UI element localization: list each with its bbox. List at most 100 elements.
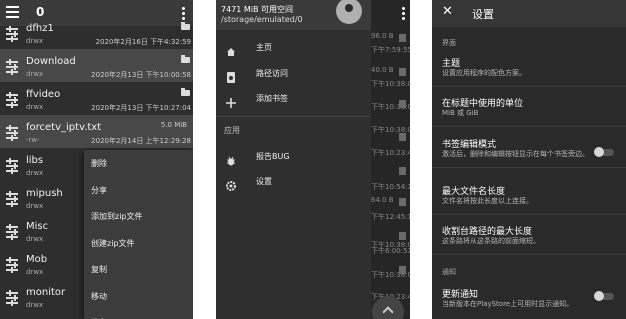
drawer-item-add-bookmark[interactable]: 添加书签 — [256, 93, 288, 104]
background-row-text: 40.0 B — [371, 66, 394, 74]
app-logo-icon — [336, 0, 362, 24]
gear-icon — [226, 176, 236, 191]
file-size: 5.0 MiB — [160, 121, 187, 129]
background-row-text: 下午10:38:09 — [371, 80, 410, 88]
file-date: 2020年2月16日 下午4:32:59 — [95, 38, 191, 46]
setting-subtitle: 激活后，删除和编辑按钮显示在每个书签旁边。 — [442, 150, 589, 158]
storage-path: /storage/emulated/0 — [221, 15, 303, 24]
settings-screen: ✕ 设置 界面 主题 设置应用程序的配色方案。 在标题中使用的单位 MiB 或 GiB… — [432, 0, 626, 319]
folder-icon — [399, 100, 406, 108]
path-access-icon — [226, 68, 236, 83]
background-row-text: 下午10:54:11 — [371, 183, 410, 191]
drawer-section-app: 应用 — [224, 126, 240, 135]
drawer-item-report-bug[interactable]: 报告BUG — [256, 151, 290, 162]
file-row[interactable]: forcetv_iptv.txt -rw- 2020年2月14日 上午12:29:2… — [0, 115, 193, 148]
file-date: 2020年2月14日 上午12:29:28 — [91, 137, 191, 145]
file-type-icon — [6, 191, 18, 207]
file-name: Misc — [26, 221, 49, 232]
file-type-icon — [6, 125, 18, 141]
page-title: 设置 — [472, 8, 494, 21]
folder-icon — [399, 266, 406, 274]
setting-subtitle: 这条路将从这条路的前面缩短。 — [442, 237, 540, 245]
folder-icon — [399, 68, 406, 76]
more-options-icon[interactable] — [402, 7, 405, 22]
file-row[interactable]: ffvideo drwx 2020年2月13日 下午10:27:04 — [0, 82, 193, 115]
file-name: forcetv_iptv.txt — [26, 122, 102, 133]
add-icon — [226, 93, 236, 108]
settings-divider — [432, 126, 626, 127]
folder-icon — [181, 22, 190, 30]
file-name: Mob — [26, 254, 48, 265]
settings-divider — [432, 86, 626, 87]
file-date: 2020年2月13日 下午10:00:58 — [91, 71, 191, 79]
background-row-text: 下午10:23:40 — [371, 149, 410, 157]
file-permissions: drwx — [26, 268, 44, 276]
context-menu-item[interactable]: 移动 — [91, 291, 107, 302]
setting-subtitle: 设置应用程序的配色方案。 — [442, 69, 526, 77]
context-menu-item[interactable]: 创建zip文件 — [91, 238, 135, 249]
file-name: Download — [26, 56, 76, 67]
drawer-item-settings[interactable]: 设置 — [256, 176, 272, 187]
file-type-icon — [6, 92, 18, 108]
free-space-label: 7471 MiB 可用空间 — [221, 5, 294, 14]
drawer-item-path-access[interactable]: 路径访问 — [256, 68, 288, 79]
drawer-item-home[interactable]: 主页 — [256, 42, 272, 53]
file-permissions: drwx — [26, 169, 44, 177]
folder-icon — [181, 55, 190, 63]
file-name: dfhz1 — [26, 23, 54, 34]
update-notify-toggle[interactable] — [594, 291, 614, 301]
file-permissions: drwx — [26, 37, 44, 45]
file-type-icon — [6, 224, 18, 240]
context-menu: 删除分享添加到zip文件创建zip文件复制移动改名 — [84, 150, 193, 319]
file-name: ffvideo — [26, 89, 61, 100]
close-icon[interactable]: ✕ — [442, 4, 453, 19]
file-permissions: drwx — [26, 301, 44, 309]
drawer-divider — [216, 116, 371, 117]
folder-icon — [399, 232, 406, 240]
file-name: mipush — [26, 188, 63, 199]
background-row-text: 下午12:45:12 — [371, 213, 410, 221]
settings-divider — [432, 167, 626, 168]
context-menu-item[interactable]: 删除 — [91, 158, 107, 169]
navigation-drawer-screen: 96.0 B下午7:59:5540.0 B下午10:38:09下午10:38:0… — [216, 0, 410, 319]
bug-icon — [226, 151, 236, 166]
background-row-text: 64.0 B — [371, 196, 394, 204]
file-row[interactable]: Download drwx 2020年2月13日 下午10:00:58 — [0, 49, 193, 82]
file-name: monitor — [26, 287, 66, 298]
context-menu-item[interactable]: 复制 — [91, 264, 107, 275]
navigation-drawer: 7471 MiB 可用空间 /storage/emulated/0 主页 路径访… — [216, 0, 371, 319]
file-type-icon — [6, 26, 18, 42]
file-permissions: -rw- — [26, 136, 40, 144]
drawer-header: 7471 MiB 可用空间 /storage/emulated/0 — [216, 0, 371, 30]
background-row-text: 下午6:00:51 — [371, 247, 410, 255]
settings-divider — [432, 254, 626, 255]
background-row-text: 96.0 B — [371, 32, 394, 40]
file-type-icon — [6, 257, 18, 273]
file-permissions: drwx — [26, 103, 44, 111]
file-type-icon — [6, 158, 18, 174]
background-row-text: 下午7:59:55 — [371, 46, 410, 54]
file-permissions: drwx — [26, 235, 44, 243]
setting-subtitle: 文件名将按此长度以上连接。 — [442, 197, 533, 205]
file-list-screen: 0 dfhz1 drwx 2020年2月16日 下午4:32:59 Download d… — [0, 0, 193, 319]
file-permissions: drwx — [26, 70, 44, 78]
bookmark-edit-toggle[interactable] — [594, 147, 614, 157]
setting-subtitle: MiB 或 GiB — [442, 109, 479, 117]
file-row[interactable]: dfhz1 drwx 2020年2月16日 下午4:32:59 — [0, 16, 193, 49]
home-icon — [226, 42, 236, 56]
file-date: 2020年2月13日 下午10:27:04 — [91, 104, 191, 112]
folder-icon — [399, 167, 406, 175]
context-menu-item[interactable]: 添加到zip文件 — [91, 211, 143, 222]
folder-icon — [399, 34, 406, 42]
file-name: libs — [26, 155, 44, 166]
setting-subtitle: 当新版本在PlayStore上可用时显示通知。 — [442, 300, 574, 308]
context-menu-item[interactable]: 分享 — [91, 185, 107, 196]
file-permissions: drwx — [26, 202, 44, 210]
settings-divider — [432, 214, 626, 215]
folder-icon — [181, 88, 190, 96]
folder-icon — [399, 198, 406, 206]
folder-icon — [399, 133, 406, 141]
settings-group-ui: 界面 — [442, 39, 456, 47]
file-type-icon — [6, 59, 18, 75]
settings-app-bar: ✕ 设置 — [432, 0, 626, 27]
